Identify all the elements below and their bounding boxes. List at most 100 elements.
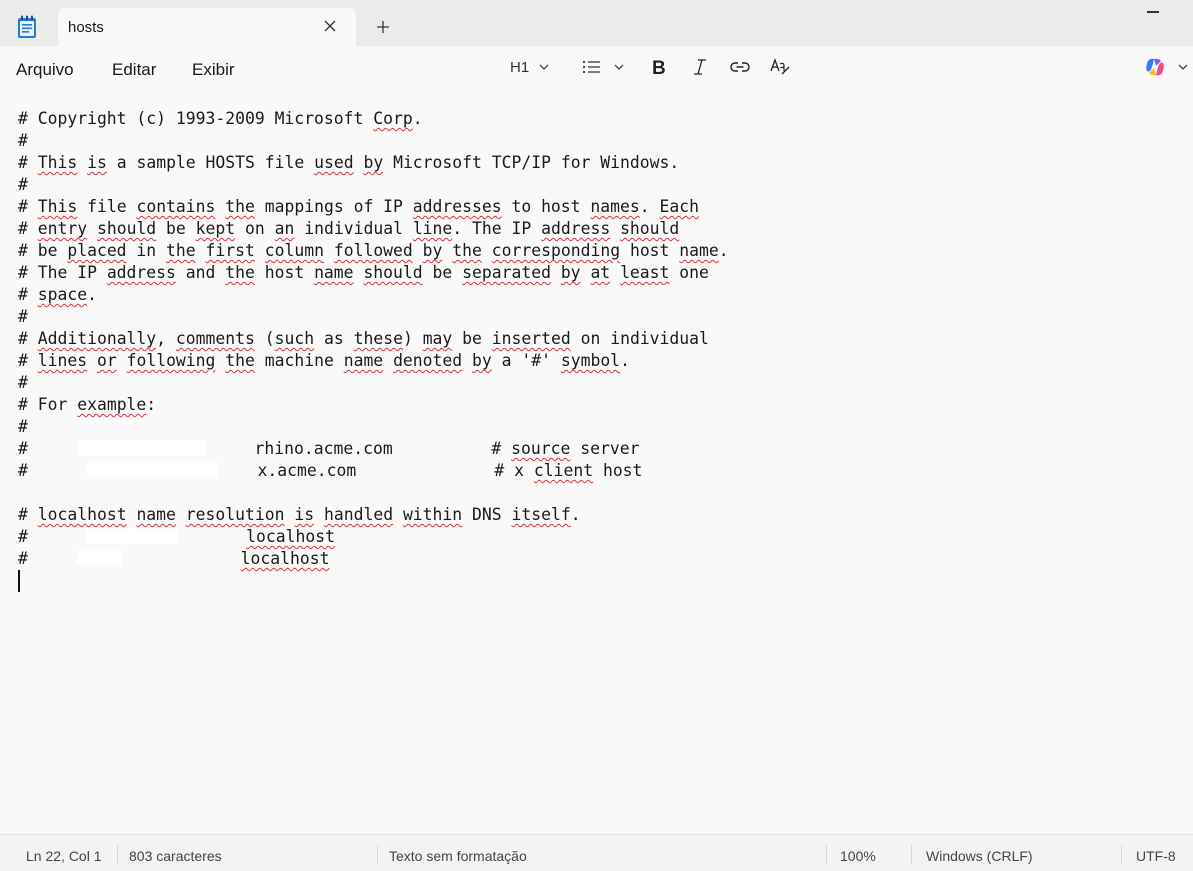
clear-formatting-icon bbox=[770, 58, 790, 75]
text-run: . bbox=[639, 197, 660, 216]
minimize-icon[interactable] bbox=[1147, 11, 1159, 13]
spellcheck-word: should bbox=[620, 219, 680, 238]
text-run bbox=[393, 505, 403, 524]
close-tab-icon[interactable] bbox=[321, 17, 339, 35]
spellcheck-word: resolution bbox=[185, 505, 285, 524]
text-run: # bbox=[18, 153, 38, 172]
text-run: Microsoft TCP/IP for Windows. bbox=[383, 153, 680, 172]
text-run: # bbox=[18, 285, 38, 304]
line-ending[interactable]: Windows (CRLF) bbox=[926, 848, 1033, 864]
spellcheck-word: corresponding bbox=[491, 241, 621, 260]
text-run: ) bbox=[402, 329, 423, 348]
text-line bbox=[18, 482, 729, 504]
document-text[interactable]: # Copyright (c) 1993-2009 Microsoft Corp… bbox=[18, 108, 729, 592]
heading-dropdown[interactable]: H1 bbox=[510, 56, 551, 78]
text-run: on bbox=[235, 219, 275, 238]
text-run: to host bbox=[501, 197, 591, 216]
text-run: individual bbox=[294, 219, 413, 238]
text-run: be bbox=[422, 263, 463, 282]
menu-view[interactable]: Exibir bbox=[192, 60, 235, 80]
text-run: x.acme.com # x bbox=[218, 461, 534, 480]
spellcheck-word: localhost bbox=[246, 527, 335, 546]
text-run: # bbox=[18, 439, 78, 458]
spellcheck-word: comments bbox=[175, 329, 255, 348]
text-run: # bbox=[18, 219, 38, 238]
text-line: # localhost bbox=[18, 548, 729, 570]
link-button[interactable] bbox=[730, 56, 750, 78]
text-line: # bbox=[18, 372, 729, 394]
text-run: : bbox=[146, 395, 157, 414]
text-run bbox=[255, 241, 265, 260]
text-line: # space. bbox=[18, 284, 729, 306]
notepad-app-icon bbox=[17, 15, 37, 39]
spellcheck-word: should bbox=[363, 263, 423, 282]
spellcheck-word: This bbox=[37, 197, 78, 216]
spellcheck-word: should bbox=[96, 219, 157, 238]
spellcheck-word: the bbox=[166, 241, 196, 260]
copilot-button[interactable] bbox=[1144, 56, 1190, 78]
text-line: # localhost name resolution is handled w… bbox=[18, 504, 729, 526]
text-run bbox=[176, 505, 186, 524]
text-editor[interactable]: # Copyright (c) 1993-2009 Microsoft Corp… bbox=[0, 88, 1193, 834]
text-line: # For example: bbox=[18, 394, 729, 416]
menu-bar: Arquivo Editar Exibir H1 B bbox=[0, 46, 1193, 88]
text-run: # bbox=[18, 329, 38, 348]
text-line bbox=[18, 570, 729, 592]
tab-strip: hosts bbox=[0, 0, 1193, 46]
spellcheck-word: inserted bbox=[491, 329, 571, 348]
zoom-level[interactable]: 100% bbox=[840, 848, 876, 864]
spellcheck-word: following bbox=[126, 351, 216, 370]
text-line: # Copyright (c) 1993-2009 Microsoft Corp… bbox=[18, 108, 729, 130]
spellcheck-word: may bbox=[422, 329, 453, 348]
text-run: # bbox=[18, 373, 28, 392]
spellcheck-word: such bbox=[274, 329, 315, 348]
text-run bbox=[413, 241, 423, 260]
spellcheck-word: by bbox=[422, 241, 443, 260]
spellcheck-word: by bbox=[363, 153, 384, 172]
text-run: # bbox=[18, 351, 38, 370]
text-format[interactable]: Texto sem formatação bbox=[389, 848, 527, 864]
spellcheck-word: address bbox=[106, 263, 176, 282]
spellcheck-word: separated bbox=[462, 263, 551, 282]
spellcheck-word: kept bbox=[195, 219, 236, 238]
spellcheck-word: at bbox=[590, 263, 611, 282]
text-run: # bbox=[18, 175, 28, 194]
italic-button[interactable] bbox=[692, 56, 708, 78]
tab-hosts[interactable]: hosts bbox=[58, 8, 356, 46]
text-run: # Copyright (c) 1993-2009 Microsoft bbox=[18, 109, 374, 128]
spellcheck-word: name bbox=[136, 505, 176, 524]
text-line: # rhino.acme.com # source server bbox=[18, 438, 729, 460]
new-tab-icon[interactable] bbox=[374, 18, 392, 36]
spellcheck-word: the bbox=[225, 263, 255, 282]
spellcheck-word: symbol bbox=[560, 351, 621, 370]
text-line: # Additionally, comments (such as these)… bbox=[18, 328, 729, 350]
list-dropdown[interactable] bbox=[582, 56, 626, 78]
spellcheck-word: addresses bbox=[412, 197, 502, 216]
text-run: host bbox=[593, 461, 643, 480]
redacted-ip bbox=[87, 529, 178, 543]
encoding[interactable]: UTF-8 bbox=[1136, 848, 1176, 864]
text-run bbox=[87, 219, 97, 238]
menu-file[interactable]: Arquivo bbox=[16, 60, 74, 80]
text-run bbox=[117, 351, 127, 370]
text-run: . bbox=[718, 241, 729, 260]
spellcheck-word: column bbox=[264, 241, 324, 260]
bold-button[interactable]: B bbox=[651, 56, 667, 78]
tab-title: hosts bbox=[68, 19, 104, 36]
text-run: be bbox=[452, 329, 492, 348]
text-caret bbox=[18, 570, 20, 592]
text-run: . bbox=[620, 351, 630, 370]
text-run: one bbox=[669, 263, 709, 282]
redacted-ip bbox=[77, 441, 206, 455]
menu-edit[interactable]: Editar bbox=[112, 60, 156, 80]
text-run bbox=[610, 219, 620, 238]
spellcheck-word: is bbox=[87, 153, 107, 172]
text-run bbox=[324, 241, 334, 260]
copilot-icon bbox=[1146, 58, 1164, 76]
spellcheck-word: This bbox=[37, 153, 78, 172]
text-line: # bbox=[18, 306, 729, 328]
text-run bbox=[482, 241, 492, 260]
text-run: ( bbox=[254, 329, 275, 348]
text-run bbox=[581, 263, 591, 282]
clear-formatting-button[interactable] bbox=[770, 56, 790, 78]
